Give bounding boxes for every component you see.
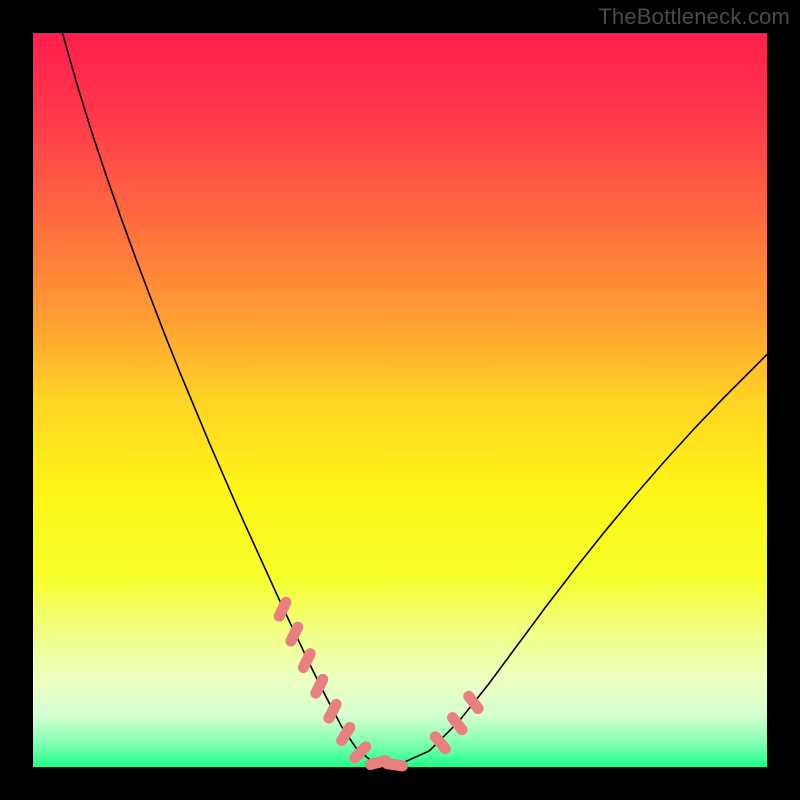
bottleneck-chart [0,0,800,800]
plot-background [33,33,767,767]
watermark-text: TheBottleneck.com [598,4,790,30]
chart-frame: TheBottleneck.com [0,0,800,800]
